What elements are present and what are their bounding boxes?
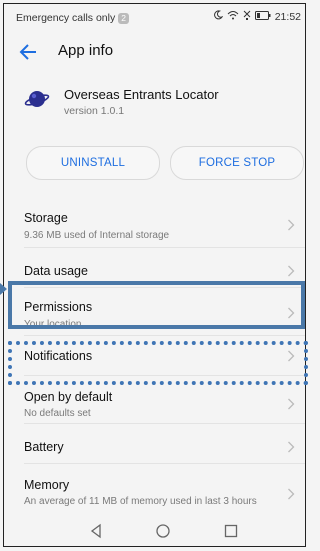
navigation-bar <box>4 514 305 546</box>
chevron-right-icon <box>288 219 295 231</box>
nav-home-button[interactable] <box>155 523 171 539</box>
row-subtitle: An average of 11 MB of memory used in la… <box>24 496 257 507</box>
battery-row[interactable]: Battery <box>24 424 305 464</box>
status-bar: Emergency calls only 2 21:52 <box>4 4 305 32</box>
status-right: 21:52 <box>213 10 301 23</box>
force-stop-button[interactable]: FORCE STOP <box>170 146 304 180</box>
square-recents-icon <box>224 524 238 538</box>
phone-frame: Emergency calls only 2 21:52 App info Ov… <box>3 3 306 547</box>
action-buttons: UNINSTALL FORCE STOP <box>4 146 305 182</box>
status-left: Emergency calls only 2 <box>16 12 129 24</box>
app-version: version 1.0.1 <box>64 105 125 117</box>
app-header: Overseas Entrants Locator version 1.0.1 <box>4 74 305 134</box>
chevron-right-icon <box>288 488 295 500</box>
moon-icon <box>213 10 223 23</box>
wifi-icon <box>227 10 239 23</box>
chevron-right-icon <box>288 265 295 277</box>
clock-time: 21:52 <box>274 10 301 23</box>
notification-count-badge: 2 <box>118 12 129 24</box>
nav-back-button[interactable] <box>88 523 104 539</box>
battery-icon <box>254 10 271 23</box>
memory-row[interactable]: Memory An average of 11 MB of memory use… <box>24 464 305 514</box>
row-subtitle: 9.36 MB used of Internal storage <box>24 230 170 241</box>
row-title: Data usage <box>24 264 88 278</box>
triangle-back-icon <box>90 523 101 539</box>
carrier-text: Emergency calls only <box>16 12 116 24</box>
page-title: App info <box>58 42 114 59</box>
app-bar: App info <box>4 32 305 72</box>
app-name: Overseas Entrants Locator <box>64 87 219 102</box>
nav-recents-button[interactable] <box>223 523 239 539</box>
row-title: Battery <box>24 440 64 454</box>
uninstall-button[interactable]: UNINSTALL <box>26 146 160 180</box>
arrow-left-icon <box>19 44 36 60</box>
storage-row[interactable]: Storage 9.36 MB used of Internal storage <box>24 200 305 248</box>
chevron-right-icon <box>288 398 295 410</box>
planet-app-icon <box>24 86 50 112</box>
annotation-arrow <box>0 283 7 295</box>
chevron-right-icon <box>288 441 295 453</box>
row-subtitle: No defaults set <box>24 408 91 419</box>
circle-home-icon <box>156 524 170 538</box>
row-title: Storage <box>24 211 68 225</box>
signal-off-icon <box>243 10 251 23</box>
permissions-highlight-box <box>8 281 305 329</box>
row-title: Open by default <box>24 390 113 404</box>
back-button[interactable] <box>16 40 42 64</box>
notifications-highlight-box <box>8 341 308 385</box>
row-title: Memory <box>24 478 70 492</box>
